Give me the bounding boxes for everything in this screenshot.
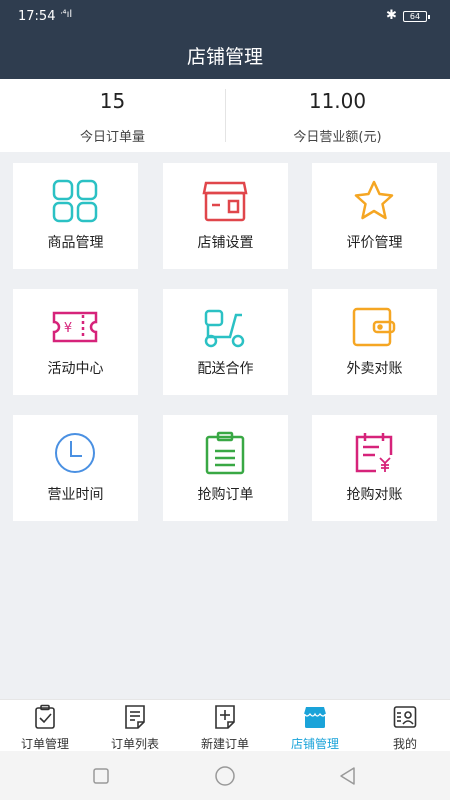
tab-mine[interactable]: 我的 (360, 700, 450, 752)
store-icon (303, 707, 327, 728)
clock-icon (55, 433, 95, 473)
tab-new-order[interactable]: 新建订单 (180, 700, 270, 752)
tile-business-hours[interactable]: 营业时间 (13, 415, 138, 521)
home-icon[interactable] (214, 765, 236, 787)
tab-label: 订单列表 (110, 737, 159, 751)
star-icon (354, 180, 394, 220)
bottom-tab-bar: 订单管理 订单列表 新建订单 店铺管理 我的 (0, 699, 450, 751)
stat-today-orders[interactable]: 15 今日订单量 (0, 79, 225, 152)
tile-label: 抢购订单 (197, 487, 254, 503)
header-bar: 17:54 ᐧ⁴ıl ✱ 64 店铺管理 (0, 0, 450, 79)
stat-today-revenue[interactable]: 11.00 今日营业额(元) (225, 79, 450, 152)
new-doc-icon (215, 705, 235, 729)
tile-product-management[interactable]: 商品管理 (13, 163, 138, 269)
recent-apps-icon[interactable] (92, 767, 110, 785)
stat-value: 15 (99, 89, 126, 113)
tile-label: 评价管理 (346, 235, 403, 251)
stats-panel: 15 今日订单量 11.00 今日营业额(元) (0, 79, 450, 152)
tab-order-list[interactable]: 订单列表 (90, 700, 180, 752)
clipboard-check-icon (35, 704, 55, 729)
back-icon[interactable] (338, 766, 358, 786)
stat-value: 11.00 (308, 89, 367, 113)
tile-takeout-reconciliation[interactable]: 外卖对账 (312, 289, 437, 395)
tile-label: 配送合作 (197, 361, 254, 377)
tile-label: 店铺设置 (197, 235, 254, 251)
storefront-icon (202, 181, 248, 222)
tab-label: 订单管理 (20, 737, 69, 751)
tile-store-settings[interactable]: 店铺设置 (163, 163, 288, 269)
scooter-icon (204, 309, 245, 348)
tile-label: 营业时间 (47, 487, 104, 503)
status-time: 17:54 (18, 9, 56, 24)
tab-order-management[interactable]: 订单管理 (0, 700, 90, 752)
tab-label: 店铺管理 (290, 737, 339, 751)
calendar-yen-icon (355, 433, 393, 473)
battery-icon: 64 (403, 11, 430, 22)
status-bar: 17:54 ᐧ⁴ıl ✱ 64 (0, 0, 450, 32)
signal-icon: ᐧ⁴ıl (60, 9, 73, 20)
tile-activity-center[interactable]: ¥ 活动中心 (13, 289, 138, 395)
coupon-icon: ¥ (52, 311, 98, 343)
page-title: 店铺管理 (186, 46, 263, 68)
tile-delivery-cooperation[interactable]: 配送合作 (163, 289, 288, 395)
tile-label: 外卖对账 (346, 361, 403, 377)
tile-label: 抢购对账 (346, 487, 403, 503)
grid-icon (52, 179, 98, 223)
wallet-icon (352, 307, 396, 347)
tile-flash-sale-reconciliation[interactable]: 抢购对账 (312, 415, 437, 521)
tile-review-management[interactable]: 评价管理 (312, 163, 437, 269)
system-nav-bar (0, 751, 450, 800)
tile-label: 商品管理 (47, 235, 104, 251)
coupon-glyph: ¥ (64, 321, 72, 336)
tab-label: 我的 (392, 737, 417, 751)
tab-label: 新建订单 (200, 737, 249, 751)
tab-store-management[interactable]: 店铺管理 (270, 700, 360, 752)
tile-flash-sale-orders[interactable]: 抢购订单 (163, 415, 288, 521)
clipboard-icon (205, 431, 245, 475)
stat-label: 今日营业额(元) (293, 130, 382, 145)
stat-label: 今日订单量 (79, 130, 145, 145)
list-doc-icon (125, 705, 145, 729)
bluetooth-icon: ✱ (386, 8, 397, 23)
profile-card-icon (393, 706, 417, 728)
tile-label: 活动中心 (47, 361, 104, 377)
